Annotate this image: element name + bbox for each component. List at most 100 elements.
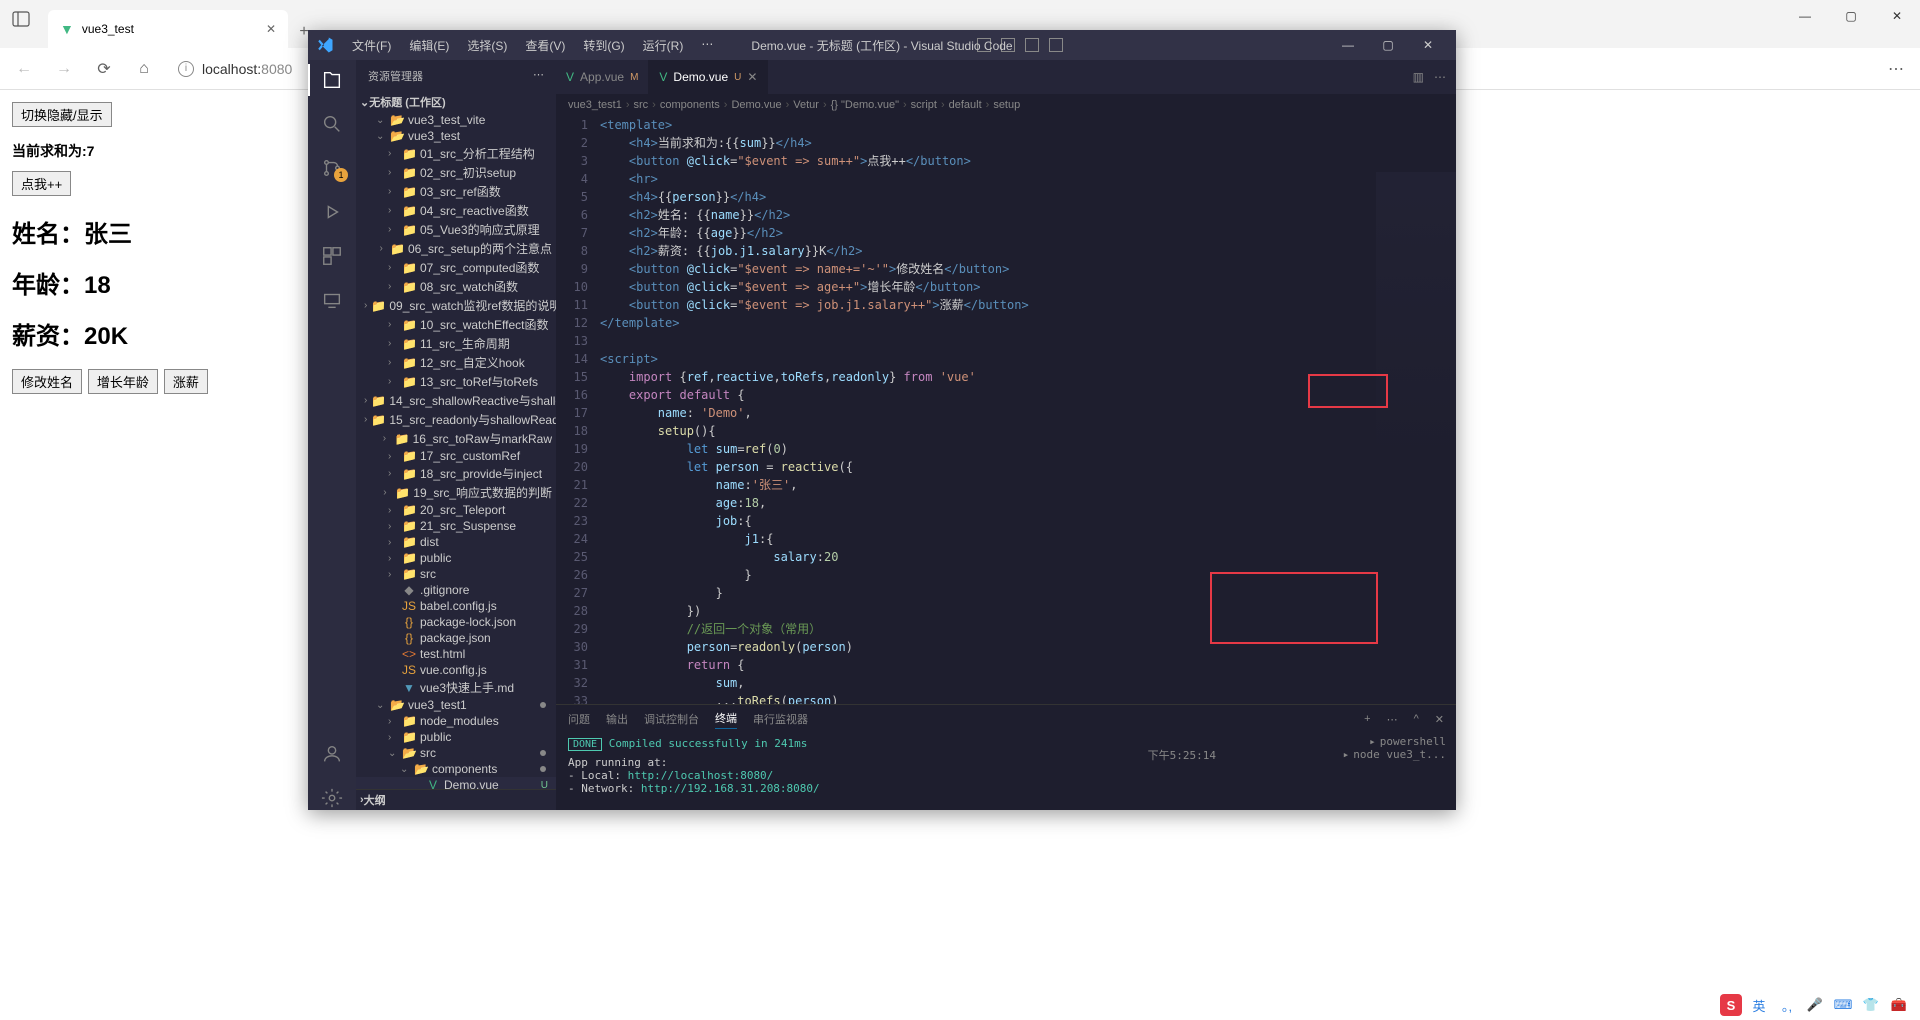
- ime-lang-icon[interactable]: 英: [1748, 994, 1770, 1016]
- tree-item[interactable]: ›📁19_src_响应式数据的判断: [356, 483, 556, 502]
- tree-item[interactable]: ›📁src: [356, 566, 556, 582]
- address-bar[interactable]: i localhost:8080: [168, 53, 302, 85]
- file-tree[interactable]: ⌄📂vue3_test_vite⌄📂vue3_test›📁01_src_分析工程…: [356, 112, 556, 789]
- tree-item[interactable]: ›📁16_src_toRaw与markRaw: [356, 429, 556, 448]
- ime-keyboard-icon[interactable]: ⌨: [1832, 994, 1854, 1016]
- panel-maximize-icon[interactable]: ^: [1414, 713, 1419, 725]
- tree-item[interactable]: {}package-lock.json: [356, 614, 556, 630]
- ime-toolbox-icon[interactable]: 🧰: [1888, 994, 1910, 1016]
- vscode-maximize-icon[interactable]: ▢: [1368, 30, 1408, 60]
- search-icon[interactable]: [320, 112, 344, 136]
- split-editor-icon[interactable]: ▥: [1413, 70, 1424, 84]
- tree-item[interactable]: ›📁node_modules: [356, 713, 556, 729]
- increment-sum-button[interactable]: 点我++: [12, 171, 71, 196]
- ime-toolbar[interactable]: S 英 ｡, 🎤 ⌨ 👕 🧰: [1720, 994, 1910, 1016]
- tab-close-icon[interactable]: ✕: [747, 70, 757, 84]
- panel-tab[interactable]: 调试控制台: [644, 711, 699, 727]
- site-info-icon[interactable]: i: [178, 61, 194, 77]
- window-minimize-icon[interactable]: —: [1782, 0, 1828, 32]
- terminal-shell-node[interactable]: ▸ node vue3_t...: [1343, 748, 1446, 761]
- layout-icon[interactable]: [1025, 38, 1039, 52]
- sidebar-more-icon[interactable]: ⋯: [533, 68, 544, 84]
- menu-goto[interactable]: 转到(G): [575, 33, 632, 58]
- editor-tab[interactable]: VApp.vueM: [556, 60, 649, 94]
- menu-run[interactable]: 运行(R): [635, 33, 692, 58]
- remote-icon[interactable]: [320, 288, 344, 312]
- menu-more-icon[interactable]: ⋯: [693, 33, 721, 58]
- forward-button[interactable]: →: [48, 53, 80, 85]
- tree-item[interactable]: ›📁dist: [356, 534, 556, 550]
- editor-tab[interactable]: VDemo.vueU✕: [649, 60, 768, 94]
- tree-item[interactable]: VDemo.vueU: [356, 777, 556, 789]
- panel-close-icon[interactable]: ✕: [1435, 713, 1444, 726]
- breadcrumb[interactable]: vue3_test1›src›components›Demo.vue›Vetur…: [556, 94, 1456, 116]
- tree-item[interactable]: ›📁13_src_toRef与toRefs: [356, 372, 556, 391]
- breadcrumb-item[interactable]: setup: [993, 99, 1020, 111]
- extensions-icon[interactable]: [320, 244, 344, 268]
- tab-more-icon[interactable]: ⋯: [1434, 70, 1446, 84]
- outline-section[interactable]: 大纲: [364, 792, 386, 808]
- breadcrumb-item[interactable]: Vetur: [793, 99, 819, 111]
- home-button[interactable]: ⌂: [128, 53, 160, 85]
- tree-item[interactable]: <>test.html: [356, 646, 556, 662]
- breadcrumb-item[interactable]: Demo.vue: [731, 99, 781, 111]
- breadcrumb-item[interactable]: default: [949, 99, 982, 111]
- vscode-close-icon[interactable]: ✕: [1408, 30, 1448, 60]
- tree-item[interactable]: ›📁02_src_初识setup: [356, 163, 556, 182]
- tree-item[interactable]: ›📁15_src_readonly与shallowReadonly: [356, 410, 556, 429]
- tree-item[interactable]: {}package.json: [356, 630, 556, 646]
- change-name-button[interactable]: 修改姓名: [12, 369, 82, 394]
- ime-skin-icon[interactable]: 👕: [1860, 994, 1882, 1016]
- tree-item[interactable]: ›📁06_src_setup的两个注意点: [356, 239, 556, 258]
- tree-item[interactable]: ›📁14_src_shallowReactive与shallowRef: [356, 391, 556, 410]
- tree-item[interactable]: ›📁07_src_computed函数: [356, 258, 556, 277]
- workspace-label[interactable]: 无标题 (工作区): [369, 94, 445, 110]
- more-menu-icon[interactable]: ⋯: [1880, 53, 1912, 85]
- debug-icon[interactable]: [320, 200, 344, 224]
- window-maximize-icon[interactable]: ▢: [1828, 0, 1874, 32]
- breadcrumb-item[interactable]: {} "Demo.vue": [831, 99, 899, 111]
- breadcrumb-item[interactable]: components: [660, 99, 720, 111]
- back-button[interactable]: ←: [8, 53, 40, 85]
- vscode-minimize-icon[interactable]: —: [1328, 30, 1368, 60]
- refresh-button[interactable]: ⟳: [88, 53, 120, 85]
- tree-item[interactable]: ⌄📂vue3_test1: [356, 697, 556, 713]
- panel-tab[interactable]: 输出: [606, 711, 628, 727]
- menu-edit[interactable]: 编辑(E): [401, 33, 457, 58]
- toggle-visibility-button[interactable]: 切换隐藏/显示: [12, 102, 112, 127]
- tree-item[interactable]: ›📁10_src_watchEffect函数: [356, 315, 556, 334]
- ime-voice-icon[interactable]: 🎤: [1804, 994, 1826, 1016]
- tree-item[interactable]: ›📁04_src_reactive函数: [356, 201, 556, 220]
- tree-item[interactable]: ›📁01_src_分析工程结构: [356, 144, 556, 163]
- raise-salary-button[interactable]: 涨薪: [164, 369, 208, 394]
- menu-file[interactable]: 文件(F): [344, 33, 399, 58]
- tree-item[interactable]: ›📁05_Vue3的响应式原理: [356, 220, 556, 239]
- sidebar-toggle-icon[interactable]: [12, 10, 30, 28]
- minimap[interactable]: [1376, 172, 1456, 472]
- ime-punct-icon[interactable]: ｡,: [1776, 994, 1798, 1016]
- tree-item[interactable]: ›📁20_src_Teleport: [356, 502, 556, 518]
- tree-item[interactable]: ⌄📂vue3_test_vite: [356, 112, 556, 128]
- tree-item[interactable]: ›📁08_src_watch函数: [356, 277, 556, 296]
- account-icon[interactable]: [320, 742, 344, 766]
- explorer-icon[interactable]: [320, 68, 344, 92]
- ime-sogou-icon[interactable]: S: [1720, 994, 1742, 1016]
- tree-item[interactable]: ›📁17_src_customRef: [356, 448, 556, 464]
- tree-item[interactable]: ›📁public: [356, 729, 556, 745]
- panel-tab[interactable]: 串行监视器: [753, 711, 808, 727]
- tree-item[interactable]: JSvue.config.js: [356, 662, 556, 678]
- tree-item[interactable]: ⌄📂src: [356, 745, 556, 761]
- code-editor[interactable]: 1234567891011121314151617181920212223242…: [556, 116, 1456, 704]
- window-close-icon[interactable]: ✕: [1874, 0, 1920, 32]
- panel-add-icon[interactable]: +: [1364, 713, 1370, 725]
- terminal-shell-powershell[interactable]: ▸ powershell: [1343, 735, 1446, 748]
- tree-item[interactable]: ›📁11_src_生命周期: [356, 334, 556, 353]
- menu-select[interactable]: 选择(S): [459, 33, 515, 58]
- local-url[interactable]: http://localhost:8080/: [628, 769, 774, 782]
- tree-item[interactable]: ⌄📂components: [356, 761, 556, 777]
- layout-icon[interactable]: [1049, 38, 1063, 52]
- tree-item[interactable]: ›📁12_src_自定义hook: [356, 353, 556, 372]
- tree-item[interactable]: ›📁03_src_ref函数: [356, 182, 556, 201]
- panel-tab[interactable]: 终端: [715, 710, 737, 729]
- panel-tab[interactable]: 问题: [568, 711, 590, 727]
